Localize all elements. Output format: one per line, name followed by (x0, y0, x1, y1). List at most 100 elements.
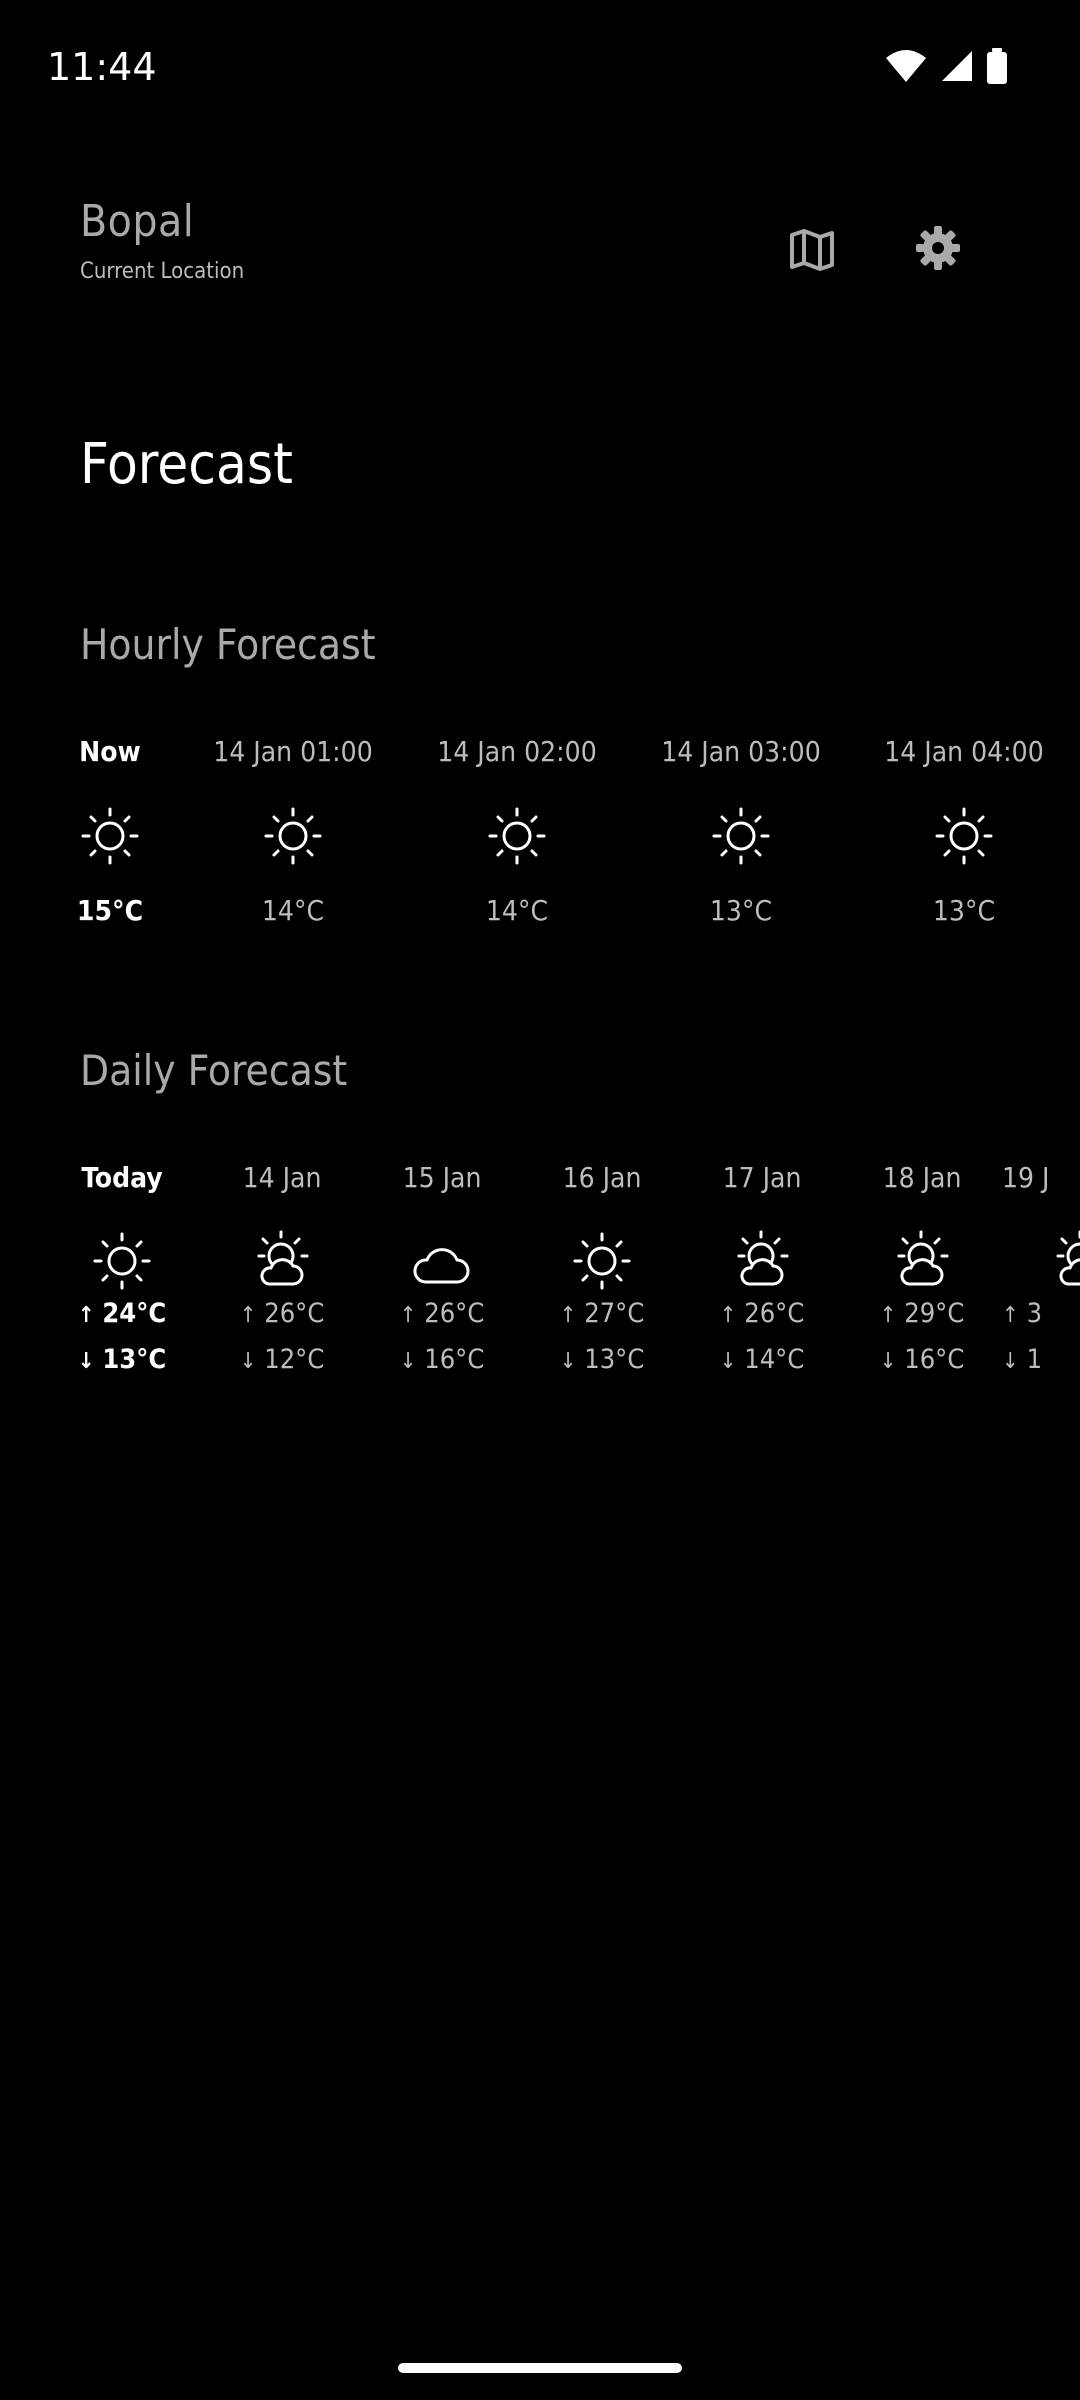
daily-item-label: 16 Jan (562, 1161, 642, 1194)
arrow-up-icon: ↑ (239, 1303, 257, 1328)
daily-item-low: ↓ 12°C (202, 1338, 362, 1384)
low-temp: 13°C (102, 1344, 167, 1375)
status-bar: 11:44 (0, 0, 1080, 136)
daily-item-high: ↑ 24°C (42, 1292, 202, 1338)
high-temp: 27°C (584, 1298, 645, 1329)
partly-cloudy-icon (682, 1230, 842, 1292)
hourly-item-temp: 13°C (709, 894, 773, 927)
settings-button[interactable] (912, 224, 964, 276)
daily-item-high: ↑ 26°C (202, 1292, 362, 1338)
sunny-icon (417, 806, 617, 866)
location-header[interactable]: Bopal Current Location (80, 196, 244, 284)
sunny-icon (193, 806, 393, 866)
daily-item-high: ↑ 29°C (842, 1292, 1002, 1338)
hourly-item-temp: 13°C (932, 894, 996, 927)
daily-item-low: ↓ 16°C (842, 1338, 1002, 1384)
status-icons (884, 48, 1008, 88)
hourly-item: 14 Jan 02:00 14°C (417, 732, 617, 927)
hourly-item-label: 14 Jan 02:00 (437, 735, 597, 768)
daily-item-high: ↑ 26°C (362, 1292, 522, 1338)
location-subtitle: Current Location (80, 259, 245, 284)
arrow-down-icon: ↓ (77, 1349, 95, 1374)
low-temp: 13°C (584, 1344, 645, 1375)
daily-item-label: 18 Jan (882, 1161, 962, 1194)
daily-item-high: ↑ 3 (1002, 1292, 1080, 1338)
low-temp: 16°C (424, 1344, 485, 1375)
high-temp: 29°C (904, 1298, 965, 1329)
hourly-item-temp: 14°C (485, 894, 549, 927)
daily-item-low: ↓ 14°C (682, 1338, 842, 1384)
daily-item: 15 Jan ↑ 26°C ↓ 16°C (362, 1160, 522, 1384)
hourly-item: 14 Jan 01:00 14°C (193, 732, 393, 927)
low-temp: 16°C (904, 1344, 965, 1375)
page-title: Forecast (80, 432, 293, 497)
arrow-up-icon: ↑ (399, 1303, 417, 1328)
daily-item: 16 Jan ↑ 27°C ↓ 13°C (522, 1160, 682, 1384)
sunny-icon (10, 806, 210, 866)
daily-item-low: ↓ 13°C (522, 1338, 682, 1384)
daily-item-label: 19 J (1002, 1161, 1050, 1194)
daily-item-high: ↑ 26°C (682, 1292, 842, 1338)
partly-cloudy-icon (202, 1230, 362, 1292)
daily-item: 18 Jan ↑ 29°C ↓ 16°C (842, 1160, 1002, 1384)
hourly-item-label: Now (79, 735, 141, 768)
sunny-icon (522, 1230, 682, 1292)
daily-item-label: 17 Jan (722, 1161, 802, 1194)
daily-forecast-title: Daily Forecast (80, 1046, 348, 1095)
hourly-item-label: 14 Jan 01:00 (213, 735, 373, 768)
daily-item-label: Today (81, 1161, 163, 1194)
arrow-up-icon: ↑ (77, 1303, 95, 1328)
high-temp: 26°C (264, 1298, 325, 1329)
high-temp: 24°C (102, 1298, 167, 1329)
daily-item-low: ↓ 13°C (42, 1338, 202, 1384)
partly-cloudy-icon (1002, 1230, 1080, 1292)
arrow-down-icon: ↓ (239, 1349, 257, 1374)
low-temp: 1 (1026, 1344, 1043, 1375)
hourly-item-temp: 14°C (261, 894, 325, 927)
low-temp: 12°C (264, 1344, 325, 1375)
cellular-signal-icon (940, 49, 974, 87)
arrow-up-icon: ↑ (559, 1303, 577, 1328)
map-icon (789, 228, 835, 276)
hourly-item-now: Now 15°C (10, 732, 210, 927)
daily-item-label: 14 Jan (242, 1161, 322, 1194)
daily-item-today: Today ↑ 24°C ↓ 13°C (42, 1160, 202, 1384)
partly-cloudy-icon (842, 1230, 1002, 1292)
status-time: 11:44 (47, 45, 157, 89)
daily-item-label: 15 Jan (402, 1161, 482, 1194)
map-button[interactable] (786, 226, 838, 278)
arrow-up-icon: ↑ (1002, 1303, 1019, 1328)
high-temp: 26°C (424, 1298, 485, 1329)
hourly-item: 14 Jan 04:00 13°C (864, 732, 1064, 927)
gear-icon (914, 224, 962, 276)
sunny-icon (42, 1230, 202, 1292)
high-temp: 26°C (744, 1298, 805, 1329)
hourly-item-label: 14 Jan 04:00 (884, 735, 1044, 768)
daily-item-low: ↓ 16°C (362, 1338, 522, 1384)
arrow-down-icon: ↓ (1002, 1349, 1019, 1374)
arrow-down-icon: ↓ (879, 1349, 897, 1374)
arrow-down-icon: ↓ (719, 1349, 737, 1374)
arrow-down-icon: ↓ (399, 1349, 417, 1374)
battery-icon (986, 48, 1008, 88)
arrow-down-icon: ↓ (559, 1349, 577, 1374)
daily-item: 17 Jan ↑ 26°C ↓ 14°C (682, 1160, 842, 1384)
location-name: Bopal (80, 196, 195, 247)
high-temp: 3 (1026, 1298, 1043, 1329)
hourly-item: 14 Jan 03:00 13°C (641, 732, 841, 927)
arrow-up-icon: ↑ (719, 1303, 737, 1328)
home-indicator[interactable] (398, 2363, 682, 2373)
daily-item: 19 J ↑ 3 ↓ 1 (1002, 1160, 1080, 1384)
hourly-item-label: 14 Jan 03:00 (661, 735, 821, 768)
daily-item-clip: 19 J ↑ 3 ↓ 1 (1002, 1160, 1080, 1420)
sunny-icon (641, 806, 841, 866)
daily-item: 14 Jan ↑ 26°C ↓ 12°C (202, 1160, 362, 1384)
low-temp: 14°C (744, 1344, 805, 1375)
hourly-item-temp: 15°C (76, 894, 144, 927)
daily-item-low: ↓ 1 (1002, 1338, 1080, 1384)
cloudy-icon (362, 1230, 522, 1292)
arrow-up-icon: ↑ (879, 1303, 897, 1328)
daily-item-high: ↑ 27°C (522, 1292, 682, 1338)
sunny-icon (864, 806, 1064, 866)
hourly-forecast-title: Hourly Forecast (80, 620, 376, 669)
